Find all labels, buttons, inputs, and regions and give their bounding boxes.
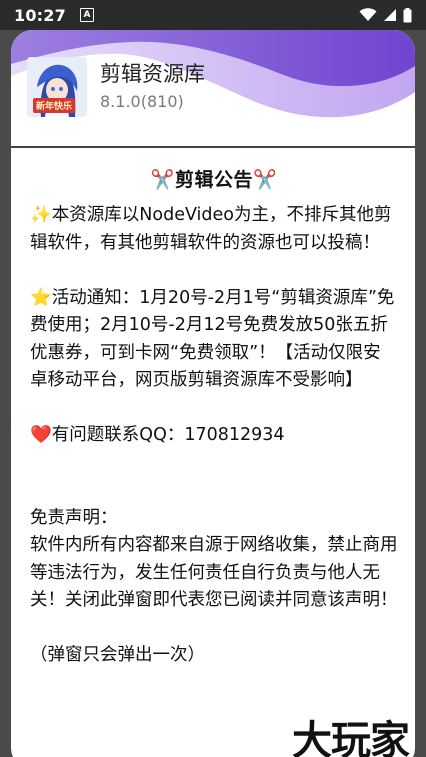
notice-paragraph-disclaimer-text: 免责声明： 软件内所有内容都来自源于网络收集，禁止商用等违法行为，发生任何责任自… [30,507,398,611]
notice-title-text: 剪辑公告 [174,169,253,191]
signal-icon [384,9,396,21]
app-version: 8.1.0(810) [100,92,184,111]
watermark-logo: 大玩家 [292,718,410,757]
app-name: 剪辑资源库 [100,62,205,86]
notice-paragraph-contact: ❤️有问题联系QQ：170812934 [30,422,398,450]
divider [11,146,415,148]
app-icon: 新年快乐 [27,57,87,117]
status-left: 10:27 A [14,6,94,25]
app-icon-badge: 新年快乐 [33,98,76,113]
notice-content[interactable]: ✂️剪辑公告✂️ ✨本资源库以NodeVideo为主，不排斥其他剪辑软件，有其他… [30,158,398,697]
notice-paragraph-intro-text: 本资源库以NodeVideo为主，不排斥其他剪辑软件，有其他剪辑软件的资源也可以… [30,205,392,253]
scissors-icon: ✂️ [150,169,175,191]
notice-footnote-text: （弹窗只会弹出一次） [30,645,205,665]
notice-title: ✂️剪辑公告✂️ [30,158,398,202]
notice-footnote: （弹窗只会弹出一次） [30,642,398,670]
notice-paragraph-intro: ✨本资源库以NodeVideo为主，不排斥其他剪辑软件，有其他剪辑软件的资源也可… [30,202,398,257]
heart-icon: ❤️ [30,425,52,445]
status-right [359,7,412,23]
status-time: 10:27 [14,5,66,25]
announcement-dialog: 新年快乐 剪辑资源库 8.1.0(810) ✂️剪辑公告✂️ ✨本资源库以Nod… [11,30,415,757]
notice-paragraph-disclaimer: 免责声明： 软件内所有内容都来自源于网络收集，禁止商用等违法行为，发生任何责任自… [30,477,398,615]
notice-paragraph-activity-text: 活动通知：1月20号-2月1号“剪辑资源库”免费使用；2月10号-2月12号免费… [30,287,395,391]
star-icon: ⭐ [30,287,52,308]
scissors-icon: ✂️ [253,169,278,191]
sparkles-icon: ✨ [30,205,52,225]
notice-paragraph-contact-text: 有问题联系QQ：170812934 [51,425,285,445]
a-icon: A [79,8,94,22]
app-info-row: 新年快乐 剪辑资源库 8.1.0(810) [27,57,205,117]
battery-icon [403,7,412,22]
status-bar: 10:27 A [0,0,426,30]
wifi-icon [359,8,377,21]
notice-paragraph-activity: ⭐活动通知：1月20号-2月1号“剪辑资源库”免费使用；2月10号-2月12号免… [30,285,398,395]
app-text: 剪辑资源库 8.1.0(810) [100,60,205,114]
